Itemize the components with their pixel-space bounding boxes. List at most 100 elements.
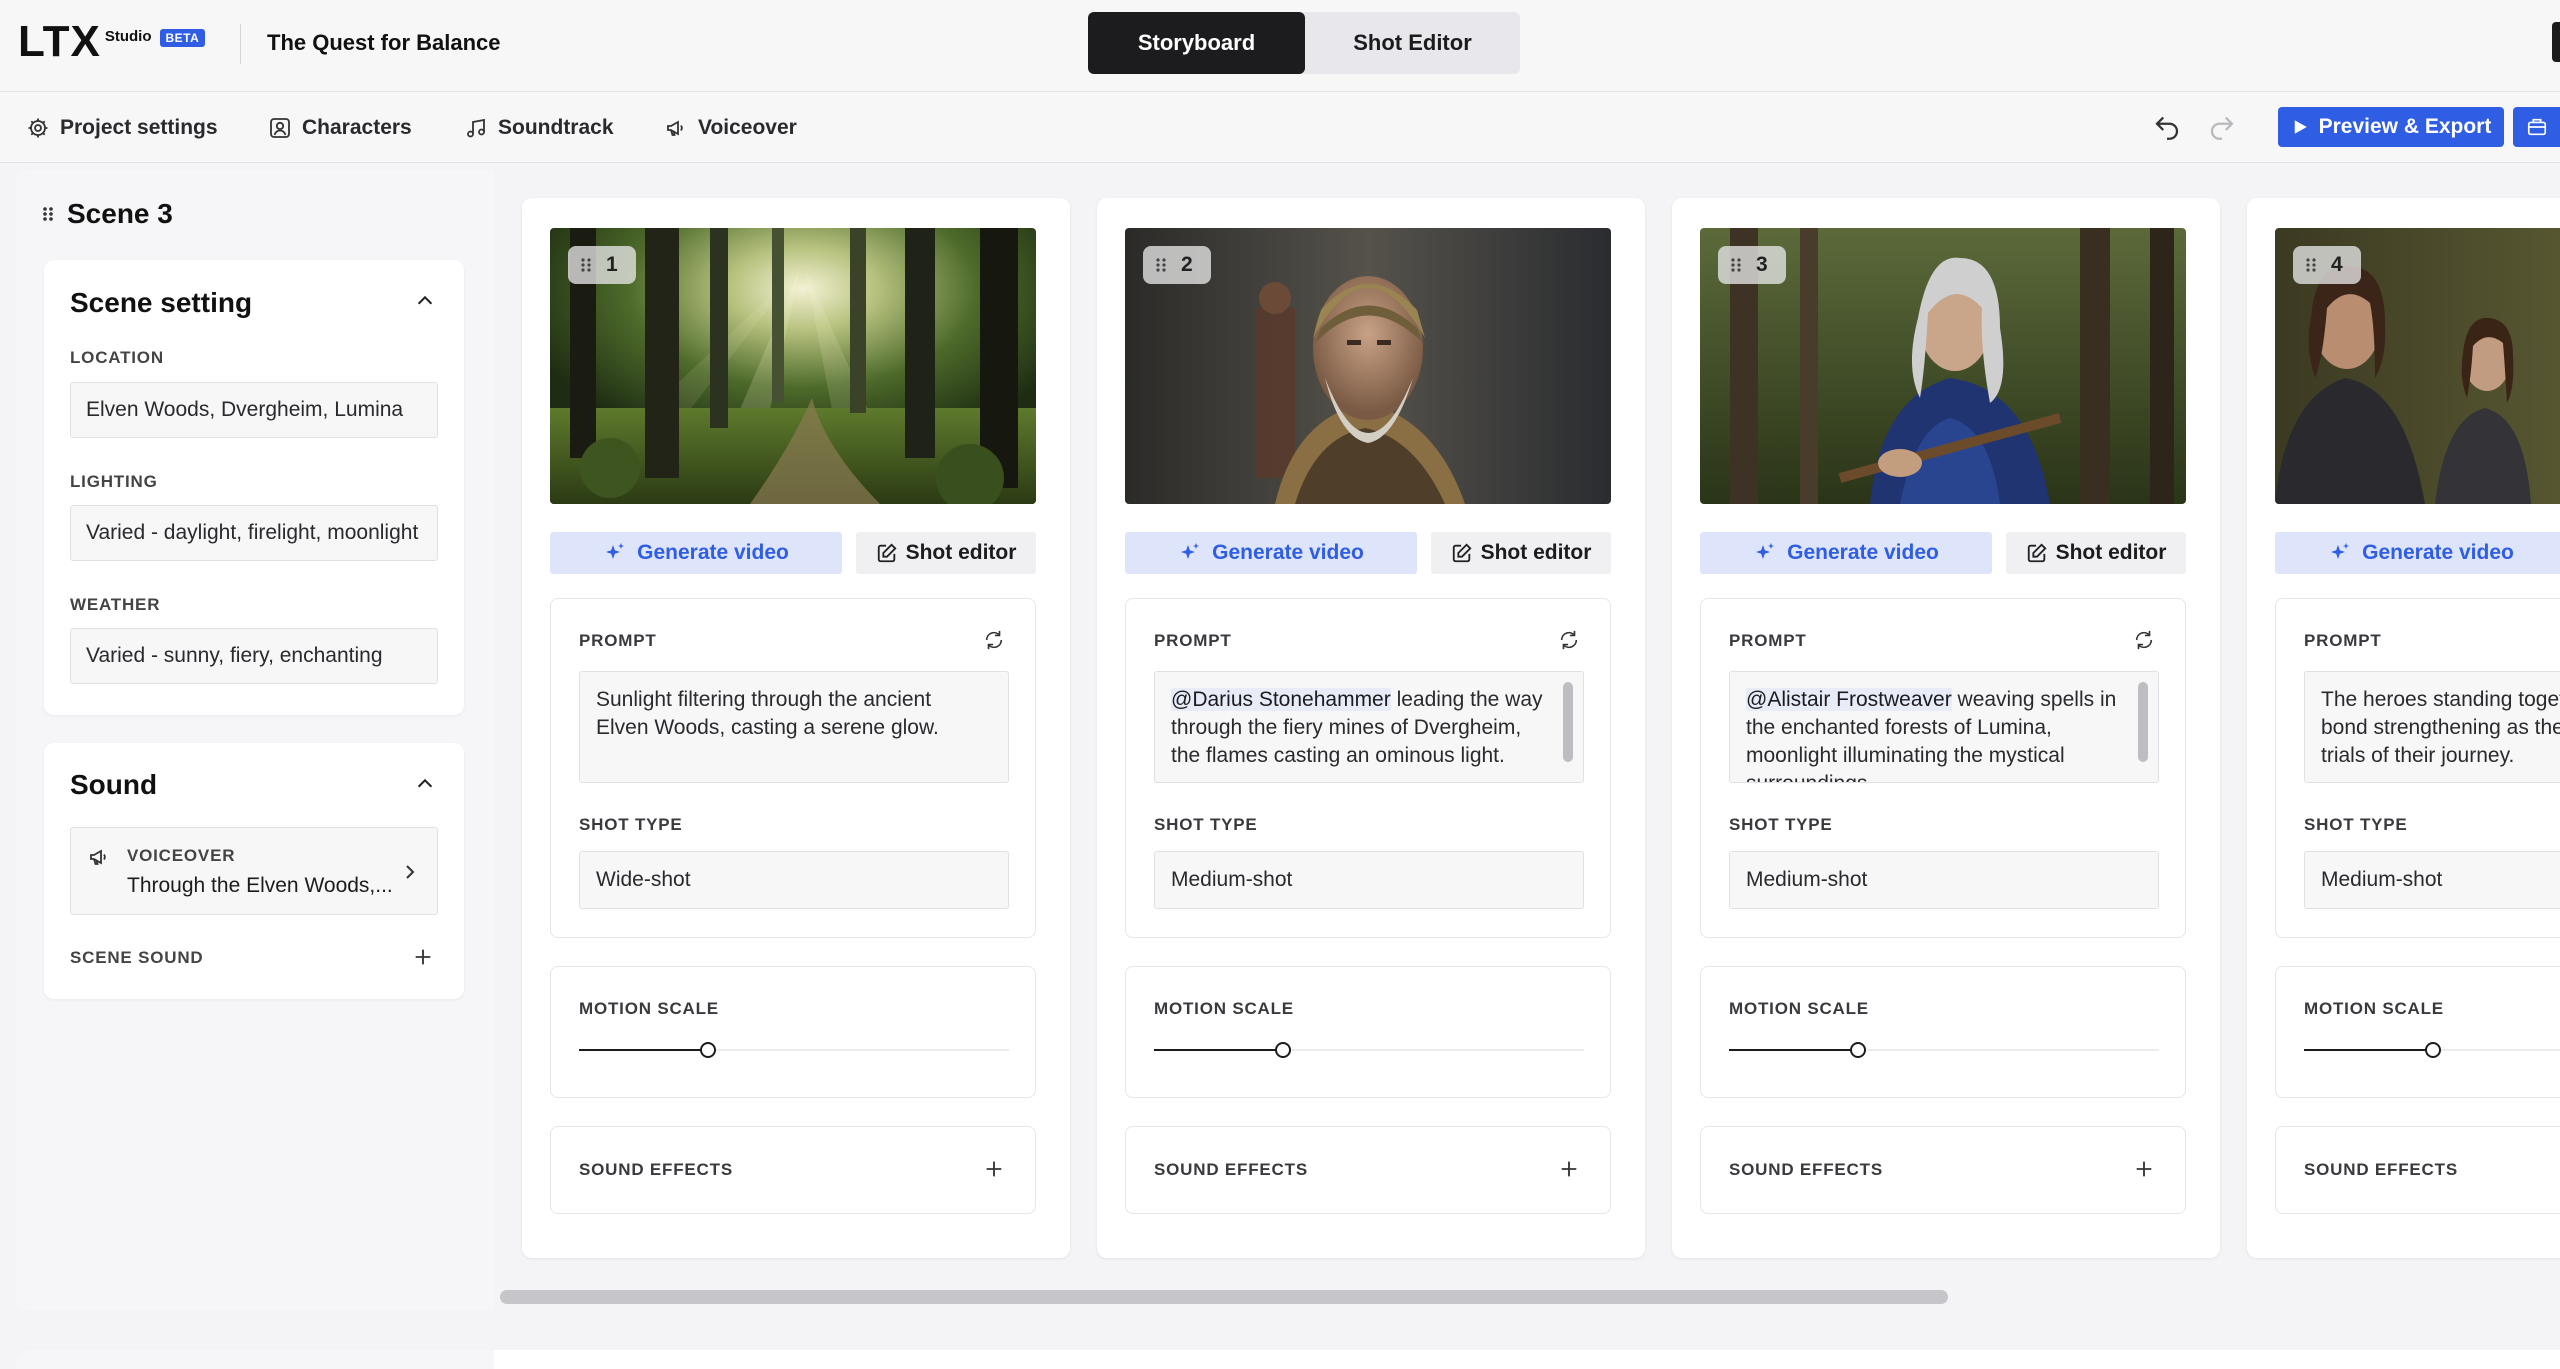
slider-knob[interactable] — [700, 1042, 716, 1058]
shot-editor-button[interactable]: Shot editor — [2006, 532, 2186, 574]
shot-editor-button[interactable]: Shot editor — [856, 532, 1036, 574]
voiceover-button[interactable]: Voiceover — [664, 113, 797, 143]
prompt-scrollbar[interactable] — [2138, 682, 2148, 762]
scene-title[interactable]: Scene 3 — [41, 198, 173, 230]
next-scene-panel — [16, 1350, 2560, 1369]
drag-handle-icon — [2306, 258, 2316, 272]
sound-effects-label: SOUND EFFECTS — [2304, 1160, 2458, 1179]
drag-handle-icon — [1156, 258, 1166, 272]
shot-editor-button[interactable]: Shot editor — [1431, 532, 1611, 574]
scene-title-label: Scene 3 — [67, 198, 173, 229]
shot-card-3[interactable]: 3 Generate video Shot editor PROMPT @Ali… — [1672, 198, 2220, 1258]
edit-icon — [877, 543, 897, 563]
add-sound-effect-icon[interactable] — [983, 1158, 1005, 1180]
slider-knob[interactable] — [1850, 1042, 1866, 1058]
shots-area: 1 Generate video Shot editor PROMPT Sunl… — [494, 170, 2560, 1310]
generate-video-button[interactable]: Generate video — [550, 532, 842, 574]
shot-number: 2 — [1181, 253, 1193, 276]
drag-handle-icon[interactable] — [41, 205, 55, 223]
sound-card: Sound VOICEOVER Through the Elven Woods,… — [44, 743, 464, 999]
shot-type-field[interactable]: Medium-shot — [2304, 851, 2560, 909]
header-edge-button[interactable] — [2552, 22, 2560, 62]
motion-scale-slider[interactable] — [2304, 1042, 2560, 1058]
lighting-field[interactable]: Varied - daylight, firelight, moonlight — [70, 505, 438, 561]
prompt-scrollbar[interactable] — [1563, 682, 1573, 762]
shot-editor-label: Shot editor — [905, 541, 1017, 564]
motion-scale-section: MOTION SCALE — [550, 966, 1036, 1098]
slider-fill — [579, 1049, 708, 1051]
shot-card-4[interactable]: 4 Generate video Shot editor PROMPT The … — [2247, 198, 2560, 1258]
panel-icon — [2527, 118, 2546, 136]
tab-storyboard[interactable]: Storyboard — [1088, 12, 1305, 74]
location-field[interactable]: Elven Woods, Dvergheim, Lumina — [70, 382, 438, 438]
shot-number-badge[interactable]: 2 — [1143, 246, 1211, 284]
motion-scale-slider[interactable] — [1729, 1042, 2159, 1058]
motion-scale-slider[interactable] — [579, 1042, 1009, 1058]
soundtrack-button[interactable]: Soundtrack — [464, 113, 614, 143]
weather-field[interactable]: Varied - sunny, fiery, enchanting — [70, 628, 438, 684]
project-settings-button[interactable]: Project settings — [26, 113, 218, 143]
soundtrack-label: Soundtrack — [498, 116, 614, 139]
slider-knob[interactable] — [2425, 1042, 2441, 1058]
generate-video-button[interactable]: Generate video — [2275, 532, 2560, 574]
motion-scale-label: MOTION SCALE — [2304, 999, 2444, 1018]
prompt-textarea[interactable]: @Alistair Frostweaver weaving spells in … — [1729, 671, 2159, 783]
person-icon — [270, 118, 290, 138]
shot-thumbnail[interactable]: 2 — [1125, 228, 1611, 504]
add-sound-effect-icon[interactable] — [2133, 1158, 2155, 1180]
add-scene-sound-icon[interactable] — [412, 946, 434, 968]
characters-button[interactable]: Characters — [268, 113, 412, 143]
sound-effects-section: SOUND EFFECTS — [550, 1126, 1036, 1214]
project-title[interactable]: The Quest for Balance — [267, 30, 501, 56]
shot-thumbnail[interactable]: 3 — [1700, 228, 2186, 504]
scene-sound-label: SCENE SOUND — [70, 948, 204, 967]
side-panel-button[interactable] — [2513, 107, 2560, 147]
chevron-up-icon[interactable] — [414, 290, 436, 312]
shot-number-badge[interactable]: 3 — [1718, 246, 1786, 284]
shot-number: 1 — [606, 253, 618, 276]
shot-type-field[interactable]: Wide-shot — [579, 851, 1009, 909]
motion-scale-section: MOTION SCALE — [1125, 966, 1611, 1098]
tab-shot-editor[interactable]: Shot Editor — [1305, 12, 1520, 74]
shot-card-1[interactable]: 1 Generate video Shot editor PROMPT Sunl… — [522, 198, 1070, 1258]
slider-knob[interactable] — [1275, 1042, 1291, 1058]
character-mention[interactable]: @Alistair Frostweaver — [1746, 688, 1952, 711]
voiceover-label: Voiceover — [698, 116, 797, 139]
drag-handle-icon — [581, 258, 591, 272]
prompt-textarea[interactable]: @Darius Stonehammer leading the way thro… — [1154, 671, 1584, 783]
motion-scale-slider[interactable] — [1154, 1042, 1584, 1058]
shot-type-field[interactable]: Medium-shot — [1729, 851, 2159, 909]
generate-video-button[interactable]: Generate video — [1700, 532, 1992, 574]
generate-video-button[interactable]: Generate video — [1125, 532, 1417, 574]
horizontal-scrollbar[interactable] — [500, 1290, 1948, 1304]
shot-type-label: SHOT TYPE — [1154, 815, 1258, 834]
prompt-textarea[interactable]: The heroes standing together, their bond… — [2304, 671, 2560, 783]
add-sound-effect-icon[interactable] — [1558, 1158, 1580, 1180]
redo-icon[interactable] — [2207, 110, 2237, 140]
shot-card-2[interactable]: 2 Generate video Shot editor PROMPT @Dar… — [1097, 198, 1645, 1258]
shot-thumbnail[interactable]: 1 — [550, 228, 1036, 504]
weather-label: WEATHER — [70, 595, 161, 614]
prompt-section: PROMPT The heroes standing together, the… — [2275, 598, 2560, 938]
top-header: LTX Studio BETA The Quest for Balance St… — [0, 0, 2560, 92]
prompt-section: PROMPT Sunlight filtering through the an… — [550, 598, 1036, 938]
shot-type-field[interactable]: Medium-shot — [1154, 851, 1584, 909]
lighting-label: LIGHTING — [70, 472, 158, 491]
shot-thumbnail[interactable]: 4 — [2275, 228, 2560, 504]
app-logo[interactable]: LTX Studio BETA — [18, 20, 206, 70]
prompt-textarea[interactable]: Sunlight filtering through the ancient E… — [579, 671, 1009, 783]
shot-number-badge[interactable]: 1 — [568, 246, 636, 284]
beta-badge: BETA — [159, 29, 206, 47]
undo-icon[interactable] — [2152, 110, 2182, 140]
refresh-icon[interactable] — [1558, 629, 1580, 651]
shot-number-badge[interactable]: 4 — [2293, 246, 2361, 284]
voiceover-item[interactable]: VOICEOVER Through the Elven Woods,... — [70, 827, 438, 915]
character-mention[interactable]: @Darius Stonehammer — [1171, 688, 1391, 711]
generate-video-label: Generate video — [637, 541, 789, 564]
preview-export-button[interactable]: Preview & Export — [2278, 107, 2504, 147]
chevron-up-icon[interactable] — [414, 773, 436, 795]
refresh-icon[interactable] — [2133, 629, 2155, 651]
refresh-icon[interactable] — [983, 629, 1005, 651]
music-note-icon — [467, 118, 485, 138]
sparkle-icon — [2331, 543, 2350, 559]
